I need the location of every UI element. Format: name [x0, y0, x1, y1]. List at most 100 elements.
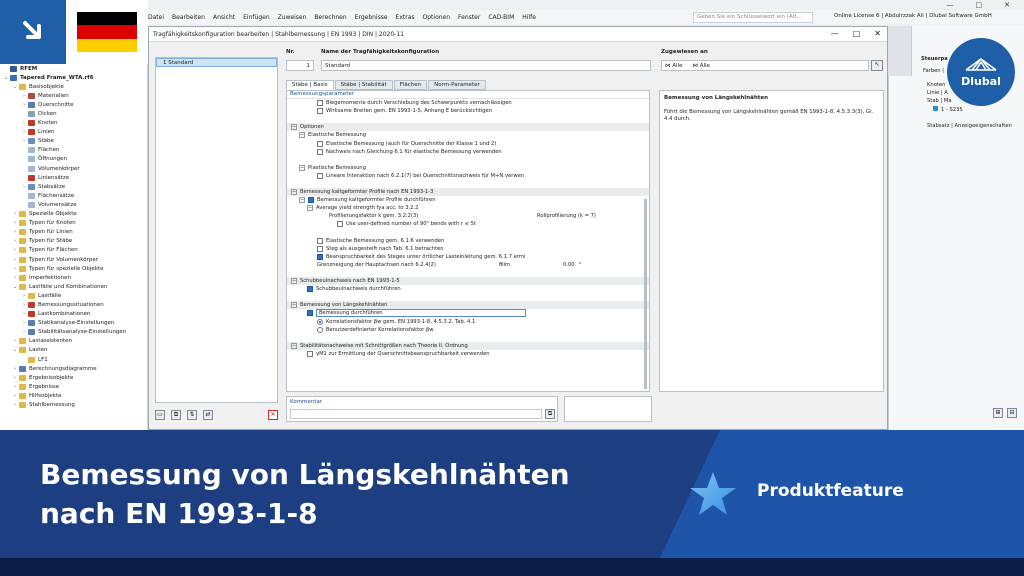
nav-item[interactable]: Liniensätze: [0, 173, 147, 182]
expand-icon[interactable]: ›: [11, 402, 19, 408]
expand-icon[interactable]: ›: [20, 302, 28, 308]
nav-item[interactable]: › Lastassistenten: [0, 337, 147, 346]
expand-icon[interactable]: ⌄: [2, 75, 10, 81]
nr-field[interactable]: 1: [286, 60, 314, 71]
expand-icon[interactable]: ›: [20, 329, 28, 335]
nav-item[interactable]: › Typen für Flächen: [0, 246, 147, 255]
view-cube[interactable]: [888, 26, 912, 76]
nav-item[interactable]: › Lastfälle: [0, 291, 147, 300]
nav-item[interactable]: › Imperfektionen: [0, 273, 147, 282]
checkbox[interactable]: [317, 253, 323, 260]
nav-item[interactable]: › Typen für Knoten: [0, 219, 147, 228]
radio-button[interactable]: [317, 318, 323, 325]
checkbox[interactable]: [307, 286, 313, 293]
nav-item[interactable]: › Stabsätze: [0, 182, 147, 191]
nav-item[interactable]: Flächensätze: [0, 191, 147, 200]
copy-icon[interactable]: ⧉: [171, 410, 181, 420]
expand-icon[interactable]: ⌄: [11, 284, 19, 290]
nav-item[interactable]: › Linien: [0, 128, 147, 137]
collapse-icon[interactable]: −: [291, 302, 297, 309]
menu-item[interactable]: Zuweisen: [278, 14, 307, 21]
comment-copy-icon[interactable]: ⧉: [545, 409, 555, 419]
menu-item[interactable]: Ergebnisse: [355, 14, 388, 21]
nav-item[interactable]: › Lastkombinationen: [0, 310, 147, 319]
expand-icon[interactable]: ›: [20, 320, 28, 326]
nav-item[interactable]: › Stäbe: [0, 137, 147, 146]
expand-icon[interactable]: ›: [11, 366, 19, 372]
expand-icon[interactable]: ›: [11, 375, 19, 381]
collapse-icon[interactable]: −: [291, 278, 297, 285]
nav-item[interactable]: ⌄ Basisobjekte: [0, 82, 147, 91]
nav-item[interactable]: RFEM: [0, 64, 147, 73]
expand-icon[interactable]: ›: [11, 393, 19, 399]
nav-item[interactable]: › Knoten: [0, 119, 147, 128]
nav-item[interactable]: › Bemessungssituationen: [0, 300, 147, 309]
nav-item[interactable]: › Stahlbemessung: [0, 400, 147, 409]
expand-icon[interactable]: ›: [11, 275, 19, 281]
tab[interactable]: Stäbe | Stabilität: [334, 80, 393, 90]
checkbox[interactable]: [307, 350, 313, 357]
menu-item[interactable]: Einfügen: [243, 14, 269, 21]
expand-icon[interactable]: ›: [20, 129, 28, 135]
checkbox[interactable]: [317, 237, 323, 244]
menu-item[interactable]: Fenster: [458, 14, 480, 21]
menu-item[interactable]: Hilfe: [522, 14, 536, 21]
nav-item[interactable]: › Materialien: [0, 91, 147, 100]
panel-tool-1-icon[interactable]: ⊞: [993, 408, 1003, 418]
expand-icon[interactable]: ›: [20, 311, 28, 317]
minimize-icon[interactable]: —: [947, 1, 954, 9]
menu-item[interactable]: Optionen: [423, 14, 451, 21]
expand-icon[interactable]: ›: [11, 384, 19, 390]
nav-item[interactable]: › Berechnungsdiagramme: [0, 364, 147, 373]
nav-item[interactable]: LF1: [0, 355, 147, 364]
tab[interactable]: Stäbe | Basis: [286, 80, 334, 90]
checkbox[interactable]: [317, 148, 323, 155]
sort-icon[interactable]: ⇅: [187, 410, 197, 420]
nav-item[interactable]: Dicken: [0, 109, 147, 118]
configuration-list-item[interactable]: 1 Standard: [156, 58, 277, 67]
menu-item[interactable]: Extras: [396, 14, 415, 21]
tab[interactable]: Norm-Parameter: [428, 80, 486, 90]
nav-item[interactable]: Volumenkörper: [0, 164, 147, 173]
nav-item[interactable]: ⌄ Tapered Frame_WTA.rf6: [0, 73, 147, 82]
checkbox[interactable]: [308, 197, 314, 204]
nav-item[interactable]: › Typen für spezielle Objekte: [0, 264, 147, 273]
nav-item[interactable]: Flächen: [0, 146, 147, 155]
expand-icon[interactable]: ›: [20, 293, 28, 299]
expand-icon[interactable]: ›: [11, 338, 19, 344]
expand-icon[interactable]: ›: [11, 238, 19, 244]
checkbox[interactable]: [317, 140, 323, 147]
search-input[interactable]: Geben Sie ein Schlüsselwort ein (Alt…: [693, 12, 813, 23]
checkbox[interactable]: [317, 100, 323, 107]
expand-icon[interactable]: ⌄: [11, 84, 19, 90]
nav-item[interactable]: › Statikanalyse-Einstellungen: [0, 319, 147, 328]
nav-item[interactable]: › Spezielle Objekte: [0, 210, 147, 219]
nav-item[interactable]: › Hilfsobjekte: [0, 391, 147, 400]
collapse-icon[interactable]: −: [299, 164, 305, 171]
menu-item[interactable]: Bearbeiten: [172, 14, 205, 21]
expand-icon[interactable]: ›: [11, 257, 19, 263]
expand-icon[interactable]: ›: [11, 211, 19, 217]
dialog-close-icon[interactable]: ✕: [874, 29, 881, 38]
dialog-minimize-icon[interactable]: —: [831, 29, 839, 38]
collapse-icon[interactable]: −: [299, 132, 305, 139]
nav-item[interactable]: Öffnungen: [0, 155, 147, 164]
assigned-field[interactable]: ⋈ Alle ⋈ Alle: [661, 60, 869, 71]
panel-tool-2-icon[interactable]: ⊟: [1007, 408, 1017, 418]
checkbox[interactable]: [337, 221, 343, 228]
nav-item[interactable]: › Typen für Volumenkörper: [0, 255, 147, 264]
delete-icon[interactable]: ✕: [268, 410, 278, 420]
renumber-icon[interactable]: ⇄: [203, 410, 213, 420]
nav-item[interactable]: › Ergebnisse: [0, 382, 147, 391]
checkbox[interactable]: [307, 310, 313, 317]
parameter-number[interactable]: 0.00: [563, 262, 575, 268]
name-field[interactable]: Standard: [321, 60, 651, 71]
expand-icon[interactable]: ›: [11, 220, 19, 226]
checkbox[interactable]: [317, 108, 323, 115]
comment-input[interactable]: [290, 409, 542, 419]
collapse-icon[interactable]: −: [299, 197, 305, 204]
expand-icon[interactable]: ›: [20, 102, 28, 108]
menu-item[interactable]: Datei: [148, 14, 164, 21]
collapse-icon[interactable]: −: [291, 124, 297, 131]
checkbox[interactable]: [317, 172, 323, 179]
